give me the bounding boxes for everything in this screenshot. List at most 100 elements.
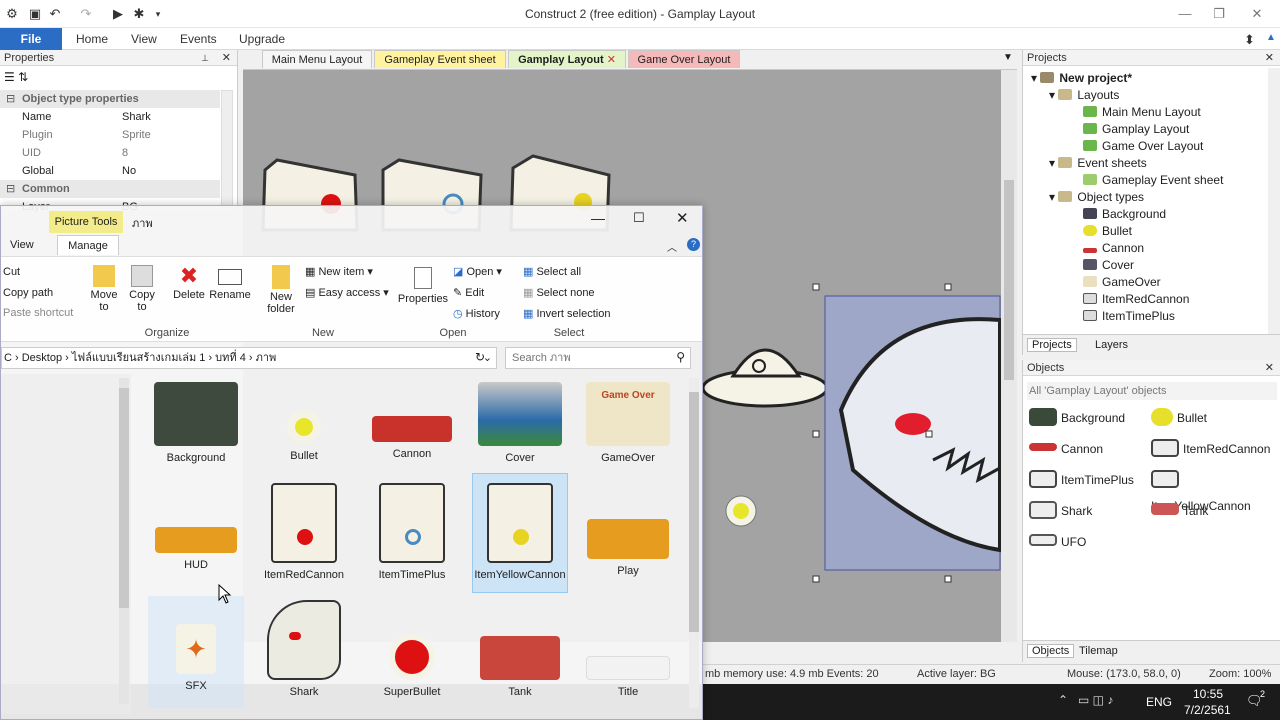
rename-button[interactable]: Rename [209,263,251,301]
resize-handle[interactable] [812,575,820,583]
resize-handle[interactable] [944,283,952,291]
file-item[interactable]: Cover [470,382,570,464]
projects-scrollbar[interactable] [1268,68,1280,334]
tab-main-menu-layout[interactable]: Main Menu Layout [262,50,372,68]
file-item[interactable]: Tank [470,600,570,698]
tree-item[interactable]: ItemRedCannon [1083,291,1189,308]
prop-row-name[interactable]: Name Shark [0,108,220,126]
file-item[interactable]: Game Over GameOver [578,382,678,464]
tree-item[interactable]: Bullet [1083,223,1132,240]
resize-handle[interactable] [812,283,820,291]
panel-close-icon[interactable]: ✕ [1265,50,1274,66]
bullet-sprite[interactable] [725,495,757,527]
tree-item[interactable]: GameOver [1083,274,1161,291]
object-item[interactable]: Tank [1151,498,1208,524]
resize-handle[interactable] [812,430,820,438]
tab-view[interactable]: View [131,32,157,46]
delete-button[interactable]: ✖ Delete [171,263,207,301]
navigation-pane[interactable] [1,374,131,714]
object-item[interactable]: Background [1029,405,1125,431]
path-segment[interactable]: บทที่ 4 [215,352,246,364]
object-item[interactable]: ItemTimePlus [1029,467,1134,493]
file-item[interactable]: SuperBullet [362,600,462,698]
file-item[interactable]: Cannon [362,382,462,460]
canvas-v-scrollbar[interactable] [1001,70,1017,642]
file-grid-scrollbar[interactable] [689,378,699,708]
properties-button[interactable]: Properties [397,263,449,305]
tab-events[interactable]: Events [180,32,217,46]
file-item[interactable]: Background [146,382,246,464]
object-item[interactable]: Shark [1029,498,1092,524]
tab-gameplay-event-sheet[interactable]: Gameplay Event sheet [374,50,506,68]
minimize-icon[interactable]: — [1170,4,1200,24]
file-item[interactable]: Bullet [254,382,354,462]
origin-handle[interactable] [925,430,933,438]
sort-icons[interactable]: ☰ ⇅ [4,70,28,84]
clock-time[interactable]: 10:55 [1193,687,1223,701]
tree-item[interactable]: ▾ Object types [1049,189,1144,206]
tab-home[interactable]: Home [76,32,108,46]
path-segment[interactable]: ภาพ [256,352,277,364]
tabs-dropdown-icon[interactable]: ▼ [1003,52,1013,63]
object-item[interactable]: UFO [1029,529,1086,555]
file-item[interactable]: Shark [254,600,354,698]
tab-manage[interactable]: Manage [57,235,119,255]
open-button[interactable]: ◪ Open ▾ [453,265,502,278]
file-item-selected[interactable]: ItemYellowCannon [470,483,570,581]
tree-item[interactable]: Main Menu Layout [1083,104,1201,121]
file-item[interactable]: Play [578,491,678,577]
tab-tilemap[interactable]: Tilemap [1079,645,1118,657]
tray-chevron-icon[interactable]: ⌃ [1058,693,1068,707]
file-item[interactable]: ✦ SFX [146,600,246,692]
close-icon[interactable]: ✕ [1242,4,1272,24]
path-segment[interactable]: ไฟล์แบบเรียนสร้างเกมเล่ม 1 [72,352,206,364]
ufo-sprite[interactable] [701,348,829,408]
tree-item[interactable]: Background [1083,206,1166,223]
copy-to-button[interactable]: Copy to [125,263,159,313]
path-segment[interactable]: C [4,352,12,364]
resize-handle[interactable] [944,575,952,583]
objects-filter[interactable]: All 'Gamplay Layout' objects [1027,382,1277,400]
language-indicator[interactable]: ENG [1146,695,1172,709]
panel-close-icon[interactable]: ✕ [1265,360,1274,376]
explorer-minimize-icon[interactable]: — [591,210,605,226]
tab-file[interactable]: File [0,28,62,50]
tab-layers[interactable]: Layers [1095,339,1128,351]
paste-shortcut-button[interactable]: Paste shortcut [3,307,73,319]
address-bar[interactable]: C › Desktop › ไฟล์แบบเรียนสร้างเกมเล่ม 1… [1,347,497,369]
move-to-button[interactable]: Move to [87,263,121,313]
prop-row-global[interactable]: Global No [0,162,220,180]
pin-icon[interactable]: ⊥ [201,50,209,66]
explorer-maximize-icon[interactable]: ☐ [633,210,645,226]
tree-item[interactable]: ▾ Layouts [1049,87,1119,104]
tree-item[interactable]: Gameplay Event sheet [1083,172,1223,189]
nav-scrollbar[interactable] [119,378,129,704]
file-item[interactable]: HUD [146,491,246,571]
tab-close-icon[interactable]: ✕ [607,54,616,66]
section-object-type[interactable]: ⊟ Object type properties [0,90,220,108]
tab-upgrade[interactable]: Upgrade [239,32,285,46]
tab-gamplay-layout[interactable]: Gamplay Layout ✕ [508,50,626,68]
file-item[interactable]: ItemTimePlus [362,483,462,581]
history-button[interactable]: ◷ History [453,307,500,320]
select-none-button[interactable]: ▦ Select none [523,286,595,299]
tree-item[interactable]: Game Over Layout [1083,138,1203,155]
select-all-button[interactable]: ▦ Select all [523,265,581,278]
ribbon-collapse-icon[interactable]: ︿ [667,239,677,254]
tray-icons[interactable]: ▭ ◫ ♪ [1078,693,1113,707]
new-item-button[interactable]: ▦ New item ▾ [305,265,373,278]
invert-selection-button[interactable]: ▦ Invert selection [523,307,610,320]
tree-item[interactable]: ▾ Event sheets [1049,155,1147,172]
file-item[interactable]: ItemRedCannon [254,483,354,581]
object-item[interactable]: ItemRedCannon [1151,436,1270,462]
object-item[interactable]: Cannon [1029,436,1103,462]
edit-button[interactable]: ✎ Edit [453,286,484,299]
explorer-close-icon[interactable]: ✕ [676,209,689,227]
tree-item[interactable]: Gamplay Layout [1083,121,1189,138]
tab-projects[interactable]: Projects [1027,338,1077,352]
cut-button[interactable]: Cut [3,266,20,278]
properties-scrollbar[interactable] [221,90,233,208]
search-box[interactable]: ⚲ [505,347,691,369]
path-segment[interactable]: Desktop [22,352,62,364]
tree-item[interactable]: Cannon [1083,240,1144,257]
